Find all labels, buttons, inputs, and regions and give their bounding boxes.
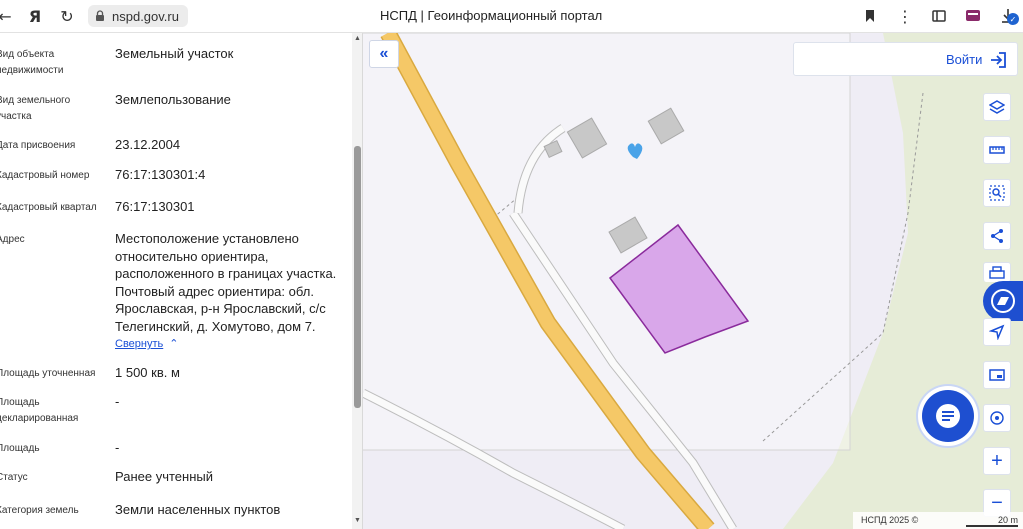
object-info-panel: Вид объекта недвижимости Земельный участ… [0, 33, 363, 529]
geolocation-button[interactable] [983, 404, 1011, 432]
scrollbar-thumb[interactable] [354, 146, 361, 408]
login-label: Войти [946, 52, 983, 67]
map-scale: 20 m [966, 515, 1018, 527]
chat-button[interactable] [922, 390, 974, 442]
window-button[interactable] [983, 361, 1011, 389]
info-value[interactable]: 76:17:130301 [115, 198, 347, 216]
map-copyright: НСПД 2025 © [861, 515, 919, 525]
scroll-up-arrow[interactable]: ▲ [353, 35, 362, 44]
back-icon[interactable]: ← [0, 5, 16, 27]
map-footer: НСПД 2025 © 20 m [853, 512, 1023, 529]
info-value: 1 500 кв. м [115, 365, 180, 380]
info-label: Кадастровый номер [0, 170, 90, 181]
yandex-icon[interactable]: Я [24, 5, 46, 27]
info-label: Площадь [0, 443, 40, 454]
lock-icon [96, 10, 104, 21]
profile-icon[interactable] [963, 5, 985, 27]
chevron-up-icon: ⌃ [169, 338, 179, 350]
info-value: - [115, 440, 120, 455]
page-title: НСПД | Геоинформационный портал [380, 8, 603, 23]
navigation-button[interactable] [983, 318, 1011, 346]
print-icon [989, 265, 1005, 279]
download-badge: ✓ [1007, 13, 1019, 25]
navigation-icon [989, 324, 1005, 340]
info-label: Адрес [0, 234, 25, 245]
login-icon [991, 52, 1006, 68]
print-button[interactable] [983, 262, 1011, 282]
layers-icon [989, 100, 1005, 114]
collapse-panel-button[interactable]: « [369, 40, 399, 68]
chat-help-icon [991, 289, 1015, 313]
login-button[interactable]: Войти [793, 42, 1018, 76]
info-label: Площадь уточненная [0, 368, 96, 379]
info-value: 23.12.2004 [115, 137, 181, 152]
help-button[interactable] [983, 281, 1023, 321]
ruler-icon [989, 146, 1005, 154]
extensions-icon[interactable] [928, 5, 950, 27]
bookmark-icon[interactable] [859, 5, 881, 27]
info-value: Местоположение установлено относительно … [115, 231, 337, 334]
ruler-button[interactable] [983, 136, 1011, 164]
share-button[interactable] [983, 222, 1011, 250]
scroll-down-arrow[interactable]: ▼ [353, 517, 362, 526]
browser-toolbar: ← Я ↻ nspd.gov.ru НСПД | Геоинформационн… [0, 0, 1023, 33]
address-bar[interactable]: nspd.gov.ru [88, 5, 188, 27]
collapse-label: Свернуть [115, 338, 164, 350]
info-label: Вид объекта недвижимости [0, 49, 64, 76]
url-text: nspd.gov.ru [112, 8, 179, 24]
window-icon [989, 369, 1005, 381]
info-value: Землепользование [115, 92, 231, 107]
layers-button[interactable] [983, 93, 1011, 121]
info-label: Вид земельного участка [0, 95, 71, 122]
info-label: Категория земель [0, 505, 79, 516]
geolocation-icon [990, 411, 1004, 425]
zoom-in-button[interactable]: + [983, 447, 1011, 475]
chat-icon [936, 404, 960, 428]
more-icon[interactable]: ⋮ [894, 5, 916, 27]
map-canvas[interactable] [363, 33, 1023, 529]
share-icon [991, 229, 1003, 243]
info-label: Площадь декларированная [0, 397, 79, 424]
overlay-frame [363, 33, 851, 451]
collapse-link[interactable]: Свернуть ⌃ [115, 337, 178, 350]
info-value: Земельный участок [115, 46, 234, 61]
info-label: Статус [0, 472, 28, 483]
zoom-in-icon: + [991, 449, 1003, 472]
map-graphics [363, 33, 1023, 529]
info-value[interactable]: 76:17:130301:4 [115, 166, 347, 184]
info-label: Кадастровый квартал [0, 202, 97, 213]
info-value: - [115, 394, 120, 409]
reload-icon[interactable]: ↻ [56, 5, 78, 27]
search-area-icon [989, 185, 1005, 201]
search-area-button[interactable] [983, 179, 1011, 207]
info-value: Ранее учтенный [115, 469, 213, 484]
info-value: Земли населенных пунктов [115, 502, 281, 517]
info-label: Дата присвоения [0, 140, 76, 151]
